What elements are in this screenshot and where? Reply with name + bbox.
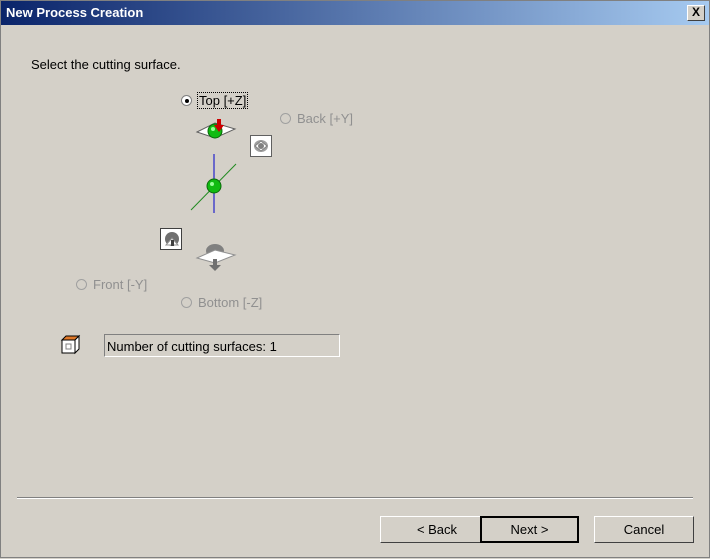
y-axis-line <box>190 163 237 211</box>
dialog-title: New Process Creation <box>6 5 144 20</box>
radio-bottom[interactable] <box>181 297 192 308</box>
origin-sphere <box>206 178 222 194</box>
close-button[interactable]: X <box>687 5 705 21</box>
radio-back-row[interactable]: Back [+Y] <box>280 111 353 126</box>
title-bar: New Process Creation X <box>1 1 709 25</box>
front-face-button[interactable] <box>160 228 182 250</box>
prompt-text: Select the cutting surface. <box>31 57 181 72</box>
cancel-button[interactable]: Cancel <box>594 516 694 543</box>
separator <box>17 497 693 499</box>
radio-back[interactable] <box>280 113 291 124</box>
radio-back-label: Back [+Y] <box>297 111 353 126</box>
radio-top-label: Top [+Z] <box>196 92 249 109</box>
radio-front-row[interactable]: Front [-Y] <box>76 277 147 292</box>
top-surface-icon <box>195 119 237 139</box>
back-face-icon <box>254 140 268 152</box>
radio-bottom-row[interactable]: Bottom [-Z] <box>181 295 262 310</box>
radio-top[interactable] <box>181 95 192 106</box>
dialog-window: New Process Creation X Select the cuttin… <box>0 0 710 558</box>
next-button-label: Next > <box>510 522 549 537</box>
radio-front-label: Front [-Y] <box>93 277 148 292</box>
cutting-surface-count: Number of cutting surfaces: 1 <box>104 334 340 357</box>
back-button-label: < Back <box>416 522 458 537</box>
cube-icon <box>60 334 81 355</box>
bottom-surface-icon <box>195 244 237 271</box>
radio-front[interactable] <box>76 279 87 290</box>
next-button[interactable]: Next > <box>480 516 579 543</box>
radio-bottom-label: Bottom [-Z] <box>198 295 263 310</box>
back-face-button[interactable] <box>250 135 272 157</box>
front-face-icon <box>164 232 180 246</box>
cancel-button-label: Cancel <box>623 522 665 537</box>
back-button[interactable]: < Back <box>380 516 494 543</box>
radio-top-row[interactable]: Top [+Z] <box>181 92 249 109</box>
